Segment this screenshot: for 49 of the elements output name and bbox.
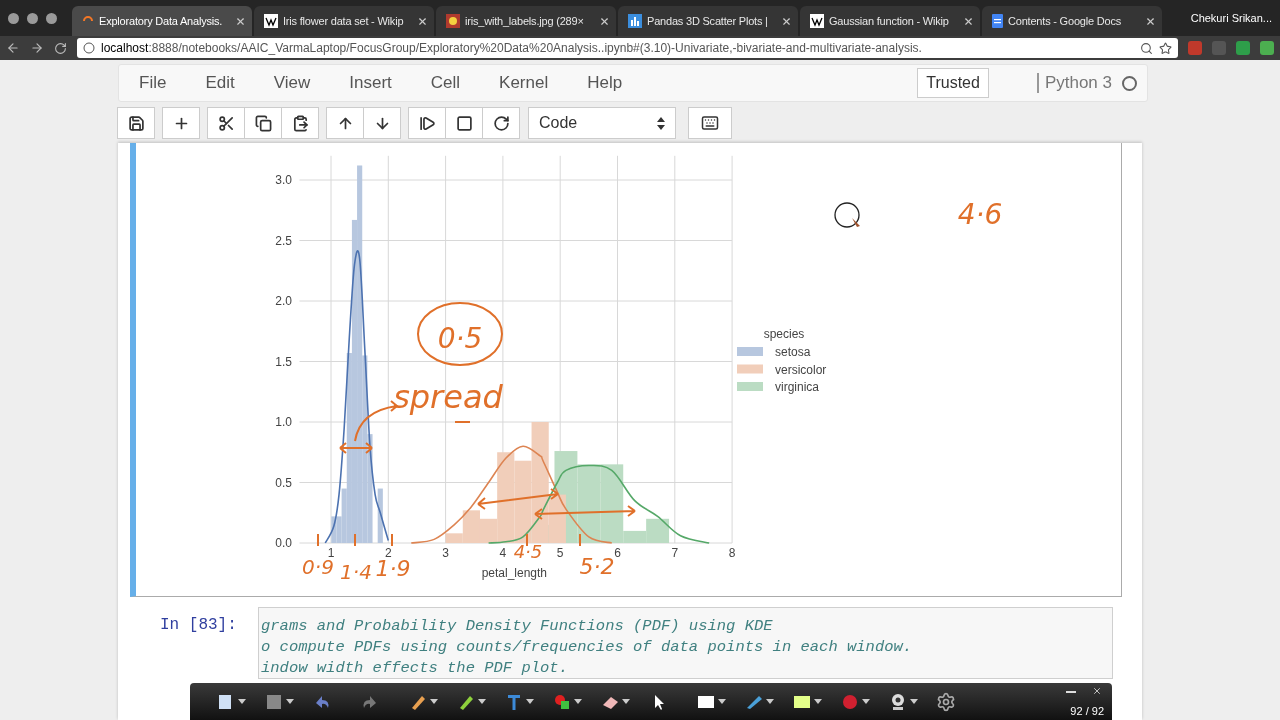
kernel-name: Python 3	[1036, 73, 1112, 93]
code-comment: grams and Probability Density Functions (PDF) using KDE	[261, 616, 774, 637]
browser-tab[interactable]: iris_with_labels.jpg (289×	[436, 6, 616, 36]
legend-label: setosa	[775, 345, 811, 359]
x-tick-label: 8	[728, 546, 736, 560]
y-tick-label: 0.5	[275, 475, 292, 490]
y-tick-label: 3.0	[275, 173, 292, 187]
menu-item[interactable]: File	[139, 73, 167, 93]
code-comment: o compute PDFs using counts/frequencies of data points in each window.	[261, 637, 914, 658]
menu-item[interactable]: Edit	[205, 73, 235, 93]
x-tick-label: 1	[327, 546, 335, 560]
x-tick-label: 3	[442, 546, 449, 560]
handwritten-note: 5·2	[579, 554, 615, 579]
x-tick-label: 7	[671, 546, 679, 560]
y-tick-label: 2.5	[275, 233, 292, 248]
y-tick-label: 0.0	[275, 536, 292, 550]
cell-prompt: In [83]:	[160, 615, 238, 636]
handwritten-note: spread	[393, 378, 503, 416]
legend-title: species	[763, 327, 805, 341]
handwritten-note: 4·6	[957, 198, 1003, 231]
axis-label: petal_length	[481, 566, 548, 580]
page-counter: 92 / 92	[1070, 705, 1104, 717]
browser-tab[interactable]: Exploratory Data Analysis.	[72, 6, 252, 36]
y-tick-label: 1.0	[275, 415, 292, 429]
menu-item[interactable]: Help	[587, 73, 623, 93]
browser-tab[interactable]: Gaussian function - Wikip	[800, 6, 980, 36]
menu-item[interactable]: Cell	[430, 73, 461, 93]
browser-tab[interactable]: Pandas 3D Scatter Plots |	[618, 6, 798, 36]
y-tick-label: 1.5	[275, 354, 292, 369]
browser-tab[interactable]: Contents - Google Docs	[982, 6, 1162, 36]
code-cell[interactable]: grams and Probability Density Functions (PDF) using KDE o compute PDFs using counts/frequencies of data points in each window. indow width effects the PDF plot.	[258, 607, 1113, 679]
handwritten-note: 0·5	[437, 322, 483, 355]
legend-label: versicolor	[775, 362, 827, 377]
trusted-button[interactable]: Trusted	[917, 68, 989, 98]
x-tick-label: 4	[499, 546, 507, 560]
y-tick-label: 2.0	[275, 294, 292, 308]
menu-item[interactable]: Kernel	[499, 73, 549, 93]
menu-item[interactable]: Insert	[349, 73, 392, 93]
address-field[interactable]: localhost:8888/notebooks/AAIC_VarmaLaptop/FocusGroup/Exploratory%20Data%20Analysis..ipynb#(3.10)-Univariate,-bivariate-and-multivariate-analysis.	[77, 38, 1178, 58]
x-tick-label: 5	[556, 546, 564, 560]
profile-name[interactable]: Chekuri Srikan...	[1190, 12, 1280, 24]
browser-tab[interactable]: Iris flower data set - Wikip	[254, 6, 434, 36]
handwritten-note: 1·4	[340, 560, 372, 584]
cell-type-select[interactable]: Code	[528, 107, 676, 139]
x-tick-label: 6	[614, 546, 621, 560]
handwritten-note: 4·5	[513, 541, 543, 562]
legend-label: virginica	[775, 380, 819, 394]
menu-item[interactable]: View	[273, 73, 311, 93]
code-comment: indow width effects the PDF plot.	[261, 658, 569, 679]
